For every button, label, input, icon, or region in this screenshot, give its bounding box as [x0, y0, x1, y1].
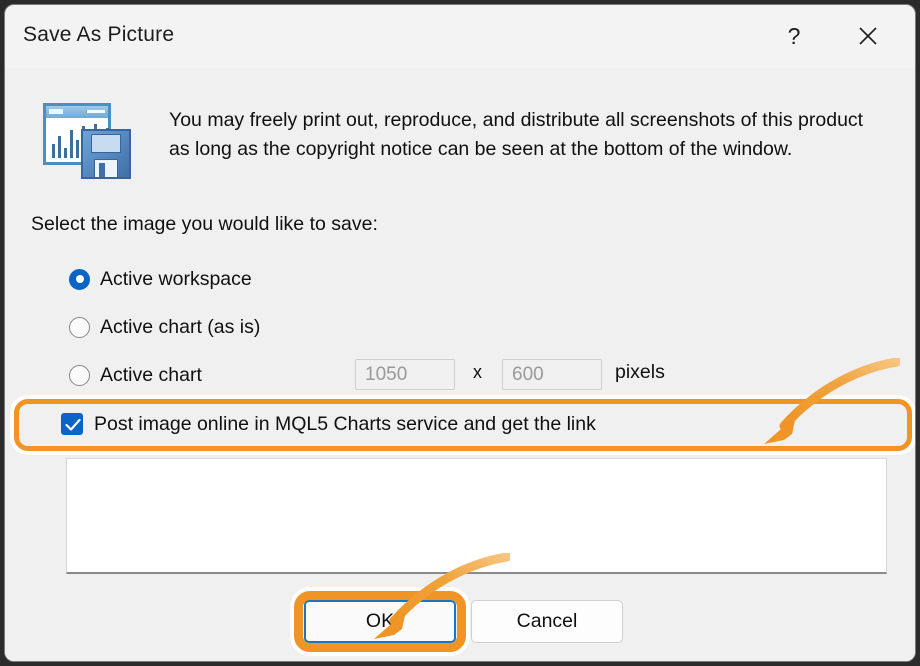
curved-arrow-icon: [764, 358, 900, 444]
titlebar: Save As Picture ?: [5, 5, 915, 68]
cancel-button-label: Cancel: [516, 610, 578, 632]
pixels-label: pixels: [615, 361, 665, 383]
ok-button-label: OK: [365, 610, 395, 632]
close-button[interactable]: [845, 13, 891, 59]
close-icon: [859, 27, 877, 45]
copyright-description: You may freely print out, reproduce, and…: [169, 109, 864, 160]
question-mark-icon: ?: [787, 22, 801, 49]
radio-button-icon[interactable]: [69, 316, 90, 338]
size-separator: x: [473, 362, 482, 382]
radio-label: Active chart (as is): [100, 315, 261, 338]
ok-button[interactable]: OK: [304, 600, 456, 643]
save-as-picture-dialog: Save As Picture ? You may freely print o…: [4, 4, 916, 662]
floppy-disk-icon-part: [81, 129, 131, 179]
window-title: Save As Picture: [23, 23, 175, 46]
height-input[interactable]: 600: [502, 359, 602, 390]
radio-active-chart[interactable]: Active chart: [69, 361, 202, 389]
post-image-online-checkbox-row[interactable]: Post image online in MQL5 Charts service…: [61, 410, 596, 438]
radio-active-chart-as-is[interactable]: Active chart (as is): [69, 313, 260, 341]
dialog-body: You may freely print out, reproduce, and…: [5, 68, 915, 661]
radio-active-workspace[interactable]: Active workspace: [69, 265, 252, 293]
chart-save-icon: [41, 103, 133, 183]
checkmark-icon: [65, 418, 81, 431]
radio-button-icon[interactable]: [69, 364, 90, 386]
select-image-label: Select the image you would like to save:: [31, 213, 378, 235]
help-button[interactable]: ?: [771, 13, 817, 59]
radio-label: Active chart: [100, 363, 202, 386]
radio-button-icon[interactable]: [69, 268, 90, 290]
width-input[interactable]: 1050: [355, 359, 455, 390]
checkbox-label: Post image online in MQL5 Charts service…: [94, 412, 596, 435]
cancel-button[interactable]: Cancel: [471, 600, 623, 643]
checkbox-input[interactable]: [61, 413, 83, 435]
radio-label: Active workspace: [100, 267, 252, 290]
link-output-panel[interactable]: [66, 458, 887, 574]
